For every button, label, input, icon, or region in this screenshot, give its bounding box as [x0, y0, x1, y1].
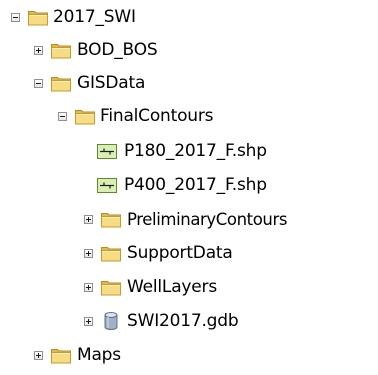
tree-node-bod-bos[interactable]: BOD_BOS: [0, 37, 200, 64]
tree-node-label: WellLayers: [127, 277, 217, 297]
tree-node-label: SupportData: [127, 243, 233, 263]
expand-toggle-icon[interactable]: [84, 249, 93, 258]
tree-node-finalcontours[interactable]: FinalContours: [0, 103, 260, 130]
folder-icon: [50, 39, 72, 61]
tree-node-p180-shapefile[interactable]: P180_2017_F.shp: [0, 138, 370, 165]
tree-node-label: SWI2017.gdb: [127, 311, 239, 331]
tree-node-label: 2017_SWI: [53, 7, 136, 27]
collapse-toggle-icon[interactable]: [34, 79, 43, 88]
line-shapefile-icon: [96, 174, 118, 196]
expand-toggle-icon[interactable]: [84, 317, 93, 326]
folder-icon: [50, 344, 72, 366]
tree-node-2017-swi[interactable]: 2017_SWI: [0, 4, 140, 31]
tree-node-supportdata[interactable]: SupportData: [0, 240, 280, 267]
tree-node-maps[interactable]: Maps: [0, 342, 200, 369]
tree-node-label: P180_2017_F.shp: [124, 141, 267, 161]
tree-node-gisdata[interactable]: GISData: [0, 70, 200, 97]
folder-icon: [27, 6, 49, 28]
folder-icon: [50, 72, 72, 94]
folder-icon: [100, 242, 122, 264]
tree-node-label: GISData: [77, 73, 146, 93]
tree-node-label: FinalContours: [100, 106, 214, 126]
folder-icon: [100, 208, 122, 230]
tree-node-label: P400_2017_F.shp: [124, 175, 267, 195]
geodatabase-icon: [100, 310, 122, 332]
expand-toggle-icon[interactable]: [34, 46, 43, 55]
tree-node-p400-shapefile[interactable]: P400_2017_F.shp: [0, 172, 370, 199]
tree-node-welllayers[interactable]: WellLayers: [0, 274, 280, 301]
folder-icon: [100, 276, 122, 298]
expand-toggle-icon[interactable]: [34, 351, 43, 360]
expand-toggle-icon[interactable]: [84, 283, 93, 292]
tree-node-preliminarycontours[interactable]: PreliminaryContours: [0, 206, 378, 233]
collapse-toggle-icon[interactable]: [11, 13, 20, 22]
collapse-toggle-icon[interactable]: [58, 112, 67, 121]
line-shapefile-icon: [96, 140, 118, 162]
tree-node-swi2017-gdb[interactable]: SWI2017.gdb: [0, 308, 280, 335]
tree-node-label: PreliminaryContours: [127, 210, 288, 229]
expand-toggle-icon[interactable]: [84, 215, 93, 224]
tree-node-label: BOD_BOS: [77, 40, 158, 60]
tree-node-label: Maps: [77, 345, 121, 365]
folder-icon: [74, 105, 96, 127]
catalog-tree: 2017_SWI BOD_BOS GISData FinalContours P…: [0, 0, 378, 375]
